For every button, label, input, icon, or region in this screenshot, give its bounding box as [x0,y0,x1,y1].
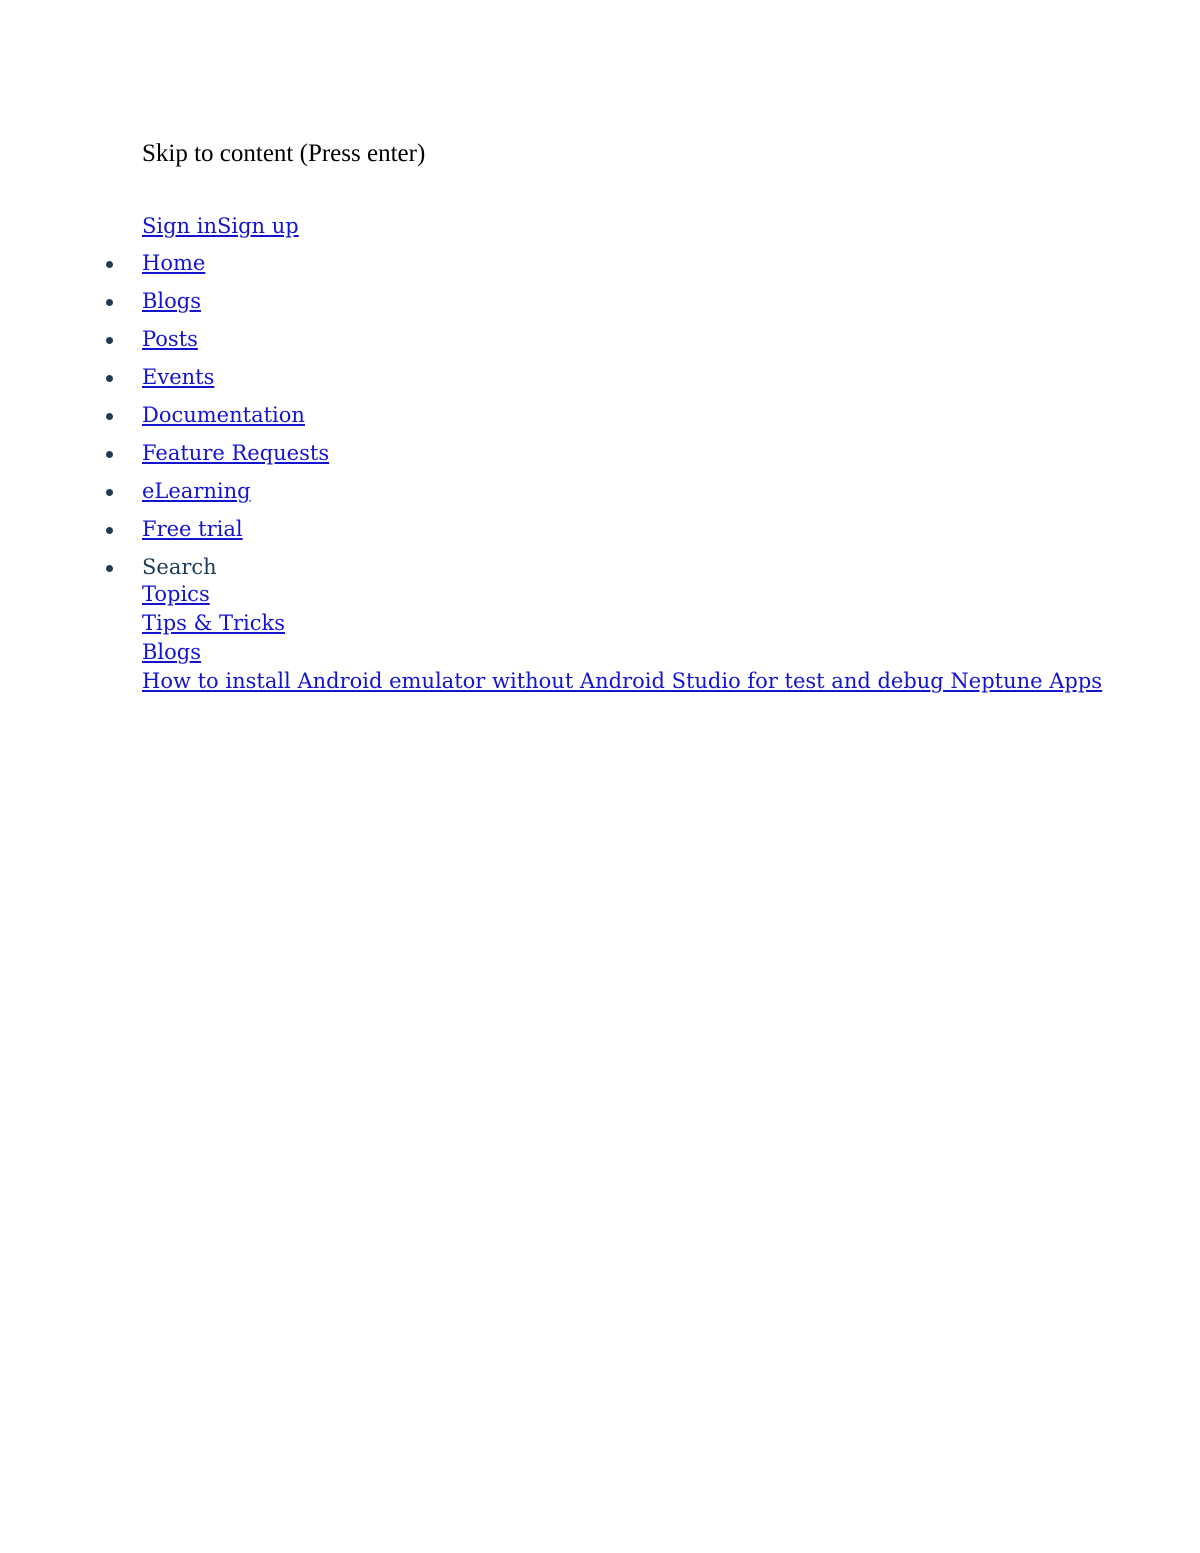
search-sub-line: How to install Android emulator without … [142,668,1102,697]
spacer-paragraph [142,169,1072,213]
bullet-icon [106,413,113,420]
search-link-android-emulator-article[interactable]: How to install Android emulator without … [142,669,1102,693]
search-sub-line: Topics [142,581,1072,610]
nav-item-home[interactable]: Home [106,250,1072,279]
bullet-icon [106,527,113,534]
document-page: Skip to content (Press enter) Sign inSig… [0,0,1200,1553]
nav-link-documentation[interactable]: Documentation [142,403,305,427]
search-sub-line: Tips & Tricks [142,610,1072,639]
bullet-icon [106,375,113,382]
nav-item-posts[interactable]: Posts [106,326,1072,355]
nav-link-feature-requests[interactable]: Feature Requests [142,441,329,465]
bullet-icon [106,565,113,572]
search-link-tips-and-tricks[interactable]: Tips & Tricks [142,611,285,635]
nav-item-free-trial[interactable]: Free trial [106,516,1072,545]
bullet-icon [106,299,113,306]
nav-item-events[interactable]: Events [106,364,1072,393]
sign-in-link[interactable]: Sign in [142,214,217,238]
search-link-blogs[interactable]: Blogs [142,640,201,664]
account-links-row: Sign inSign up [142,213,1072,243]
document-body: Skip to content (Press enter) Sign inSig… [106,139,1102,706]
nav-item-search[interactable]: Search Topics Tips & Tricks Blogs How to… [106,554,1102,697]
nav-link-blogs[interactable]: Blogs [142,289,201,313]
search-sub-line: Blogs [142,639,1072,668]
bullet-icon [106,451,113,458]
search-sub-links: Topics Tips & Tricks Blogs How to instal… [142,581,1102,697]
sign-up-link[interactable]: Sign up [217,214,299,238]
search-label: Search [142,555,217,579]
nav-item-elearning[interactable]: eLearning [106,478,1072,507]
nav-link-events[interactable]: Events [142,365,214,389]
nav-item-documentation[interactable]: Documentation [106,402,1072,431]
bullet-icon [106,337,113,344]
nav-link-free-trial[interactable]: Free trial [142,517,243,541]
nav-item-feature-requests[interactable]: Feature Requests [106,440,1072,469]
nav-link-elearning[interactable]: eLearning [142,479,251,503]
nav-item-blogs[interactable]: Blogs [106,288,1072,317]
bullet-icon [106,489,113,496]
nav-link-home[interactable]: Home [142,251,205,275]
bullet-icon [106,261,113,268]
main-navigation-list: Home Blogs Posts Events Documentation Fe [106,250,1102,697]
nav-link-posts[interactable]: Posts [142,327,198,351]
search-link-topics[interactable]: Topics [142,582,210,606]
skip-to-content-text: Skip to content (Press enter) [142,140,426,167]
